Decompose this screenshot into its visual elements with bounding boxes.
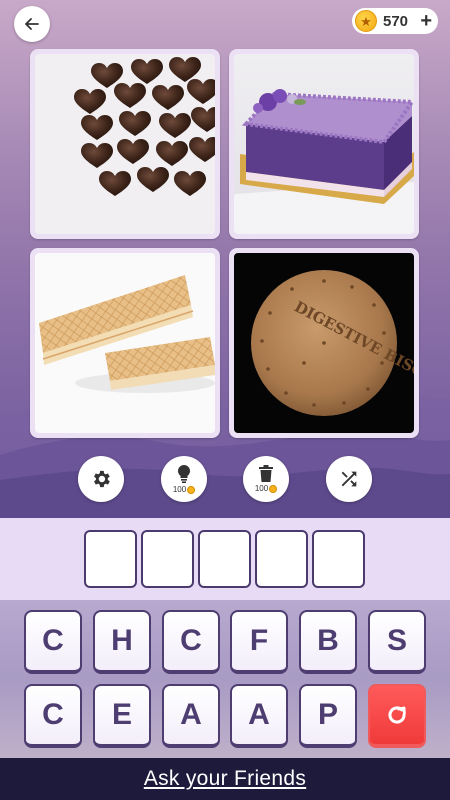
letter-key[interactable]: E (93, 684, 151, 748)
shuffle-icon (341, 471, 357, 487)
letter-key[interactable]: H (93, 610, 151, 674)
letter-key[interactable]: A (162, 684, 220, 748)
footer-bar: Ask your Friends (0, 758, 450, 800)
letter-key[interactable]: B (299, 610, 357, 674)
purple-cake-image (234, 54, 414, 234)
letter-key[interactable]: A (230, 684, 288, 748)
letter-key[interactable]: C (24, 684, 82, 748)
hint-cost: 100 (172, 485, 196, 494)
coin-count: 570 (383, 12, 409, 30)
coin-icon (187, 485, 196, 494)
letter-key[interactable]: C (24, 610, 82, 674)
coin-balance[interactable]: ★ 570 + (352, 8, 438, 34)
chocolate-hearts-image (35, 54, 215, 234)
letter-key[interactable]: C (162, 610, 220, 674)
arrow-left-icon (25, 18, 39, 30)
letter-key[interactable]: S (368, 610, 426, 674)
answer-area (0, 518, 450, 600)
remove-letters-button[interactable]: 100 (243, 456, 289, 502)
remove-cost: 100 (254, 484, 278, 493)
remove-cost-value: 100 (254, 484, 269, 493)
puzzle-image-1[interactable] (30, 49, 220, 239)
hint-cost-value: 100 (172, 485, 187, 494)
top-bar: ★ 570 + (0, 0, 450, 44)
hint-button[interactable]: 100 (161, 456, 207, 502)
answer-slot[interactable] (312, 530, 365, 588)
wafer-biscuits-image (35, 253, 215, 433)
lightbulb-icon (177, 464, 191, 483)
coin-icon (269, 484, 278, 493)
letter-keyboard: C H C F B S C E A A P (0, 600, 450, 758)
answer-slot[interactable] (141, 530, 194, 588)
trash-icon (259, 465, 273, 482)
settings-button[interactable] (78, 456, 124, 502)
letter-key[interactable]: P (299, 684, 357, 748)
shuffle-button[interactable] (326, 456, 372, 502)
ask-friends-link[interactable]: Ask your Friends (144, 767, 306, 791)
reset-button[interactable] (368, 684, 426, 748)
puzzle-image-2[interactable] (229, 49, 419, 239)
star-coin-icon: ★ (355, 10, 377, 32)
puzzle-image-3[interactable] (30, 248, 220, 438)
reset-icon (388, 706, 406, 724)
answer-slot[interactable] (84, 530, 137, 588)
back-button[interactable] (14, 6, 50, 42)
digestive-biscuit-image: DIGESTIVE BISCUITS (234, 253, 414, 433)
letter-key[interactable]: F (230, 610, 288, 674)
puzzle-image-4[interactable]: DIGESTIVE BISCUITS (229, 248, 419, 438)
add-coins-button[interactable]: + (420, 10, 432, 32)
answer-slot[interactable] (255, 530, 308, 588)
gear-icon (94, 470, 110, 488)
answer-slot[interactable] (198, 530, 251, 588)
